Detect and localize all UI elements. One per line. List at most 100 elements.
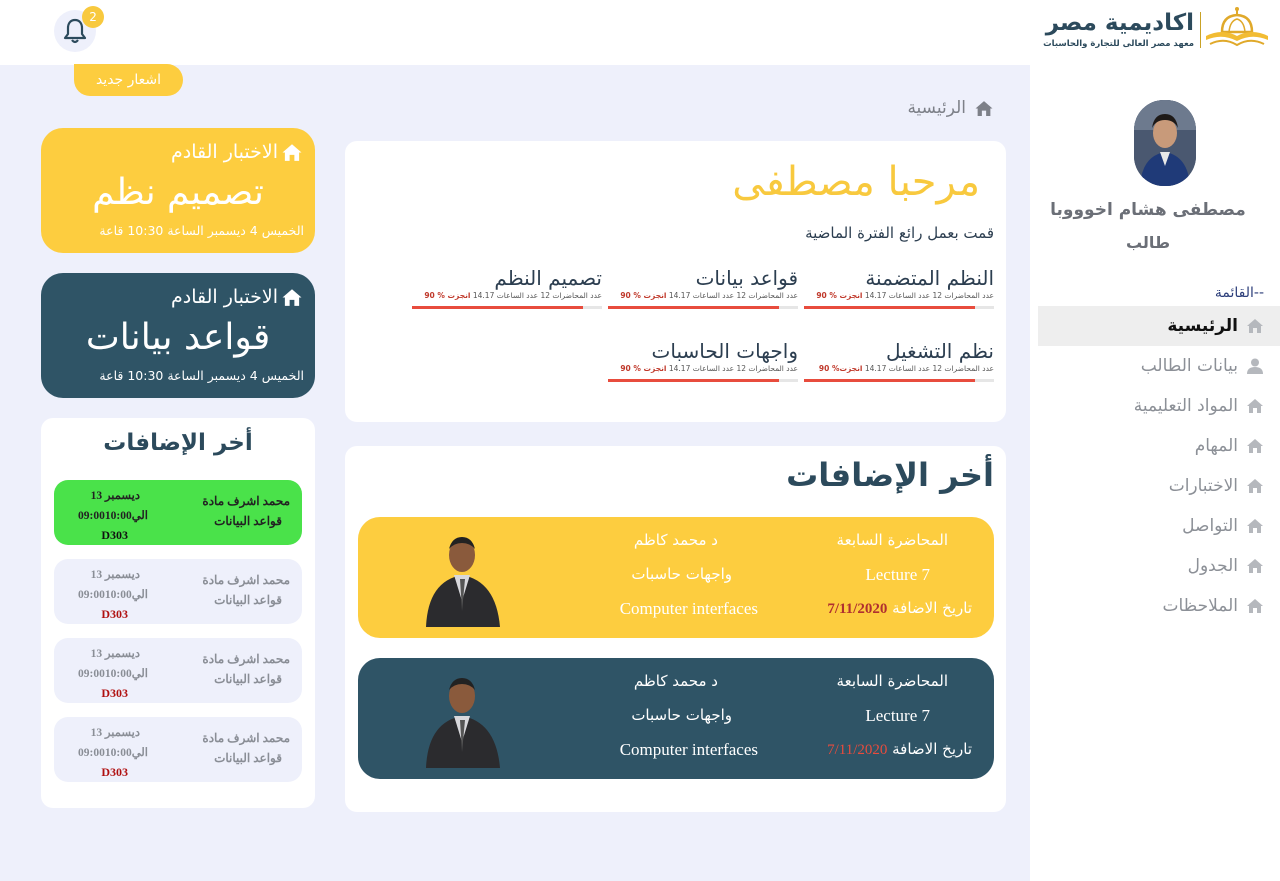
item-subject: قواعد البيانات — [214, 593, 282, 607]
sidebar-item-communication[interactable]: التواصل — [1038, 506, 1280, 546]
welcome-card: مرحبا مصطفى قمت بعمل رائع الفترة الماضية… — [345, 141, 1006, 422]
list-item[interactable]: محمد اشرف مادة قواعد البيانات ديسمبر 13 … — [54, 638, 302, 703]
item-date: ديسمبر 13 — [90, 490, 140, 502]
exam-time: الخميس 4 ديسمبر الساعة 10:30 قاعة — [99, 223, 304, 238]
lecture-number: Lecture 7 — [865, 706, 930, 725]
sidebar-item-label: التواصل — [1182, 516, 1238, 536]
lecture-card[interactable]: المحاضرة السابعة Lecture 7 تاريخ الاضافة… — [358, 658, 994, 779]
item-date: ديسمبر 13 — [90, 727, 140, 739]
new-notification-bubble[interactable]: اشعار جديد — [74, 64, 183, 96]
sidebar-item-label: المهام — [1194, 436, 1238, 456]
course-progress-card[interactable]: واجهات الحاسبات عدد المحاضرات 12 عدد الس… — [608, 338, 798, 382]
sidebar-item-materials[interactable]: المواد التعليمية — [1038, 386, 1280, 426]
user-name: مصطفى هشام اخوووبا — [1050, 200, 1246, 220]
upcoming-exam-card[interactable]: الاختبار القادم قواعد بيانات الخميس 4 دي… — [41, 273, 315, 398]
course-meta: عدد المحاضرات 12 عدد الساعات 14.17 انجزت… — [620, 291, 798, 300]
sidebar-item-exams[interactable]: الاختبارات — [1038, 466, 1280, 506]
home-icon — [1247, 319, 1263, 333]
home-icon — [1247, 599, 1263, 613]
recent-additions-title: أخر الإضافات — [103, 430, 253, 456]
sidebar-item-label: الاختبارات — [1168, 476, 1238, 496]
brand-tagline: معهد مصر العالى للتجارة والحاسبات — [1043, 39, 1194, 49]
upcoming-exam-card[interactable]: الاختبار القادم تصميم نظم الخميس 4 ديسمب… — [41, 128, 315, 253]
item-date: ديسمبر 13 — [90, 648, 140, 660]
sidebar-item-schedule[interactable]: الجدول — [1038, 546, 1280, 586]
item-time: الي09:0010:00 — [78, 668, 148, 680]
lecture-title: المحاضرة السابعة — [836, 672, 948, 690]
item-room: D303 — [101, 528, 128, 542]
sidebar-item-label: الرئيسية — [1167, 316, 1238, 336]
course-progress-card[interactable]: تصميم النظم عدد المحاضرات 12 عدد الساعات… — [412, 265, 602, 309]
lecture-card[interactable]: المحاضرة السابعة Lecture 7 تاريخ الاضافة… — [358, 517, 994, 638]
latest-additions-title: أخر الإضافات — [786, 456, 994, 494]
home-icon — [975, 100, 993, 116]
lecture-subject: واجهات حاسبات — [631, 565, 732, 583]
item-subject: قواعد البيانات — [214, 672, 282, 686]
home-icon — [1247, 479, 1263, 493]
exam-time: الخميس 4 ديسمبر الساعة 10:30 قاعة — [99, 368, 304, 383]
item-room: D303 — [101, 686, 128, 700]
item-teacher: محمد اشرف مادة — [202, 652, 290, 666]
course-progress-card[interactable]: النظم المتضمنة عدد المحاضرات 12 عدد السا… — [804, 265, 994, 309]
item-teacher: محمد اشرف مادة — [202, 731, 290, 745]
sidebar-item-label: الجدول — [1187, 556, 1238, 576]
sidebar-item-label: المواد التعليمية — [1133, 396, 1238, 416]
sidebar-item-label: الملاحظات — [1162, 596, 1238, 616]
upcoming-exam-label: الاختبار القادم — [171, 286, 303, 308]
course-progress-card[interactable]: نظم التشغيل عدد المحاضرات 12 عدد الساعات… — [804, 338, 994, 382]
user-avatar[interactable] — [1134, 100, 1196, 186]
lecture-date: تاريخ الاضافة 7/11/2020 — [827, 740, 972, 758]
course-progress-bar — [608, 306, 798, 309]
sidebar-item-label: بيانات الطالب — [1140, 356, 1238, 376]
list-item[interactable]: محمد اشرف مادة قواعد البيانات ديسمبر 13 … — [54, 717, 302, 782]
home-icon — [1247, 519, 1263, 533]
lecturer-photo-icon — [426, 678, 500, 768]
dome-emblem-icon — [1206, 7, 1268, 47]
sidebar-item-tasks[interactable]: المهام — [1038, 426, 1280, 466]
course-progress-card[interactable]: قواعد بيانات عدد المحاضرات 12 عدد الساعا… — [608, 265, 798, 309]
sidebar-item-notes[interactable]: الملاحظات — [1038, 586, 1280, 626]
item-teacher: محمد اشرف مادة — [202, 573, 290, 587]
sidebar: مصطفى هشام اخوووبا طالب --القائمة الرئيس… — [1030, 65, 1280, 881]
avatar-photo-icon — [1134, 100, 1196, 186]
course-meta: عدد المحاضرات 12 عدد الساعات 14.17 انجزت… — [816, 291, 994, 300]
lecturer-photo-icon — [426, 537, 500, 627]
item-room: D303 — [101, 607, 128, 621]
exam-subject: قواعد بيانات — [85, 317, 271, 358]
lecture-doctor: د محمد كاظم — [633, 672, 718, 690]
course-meta: عدد المحاضرات 12 عدد الساعات 14.17 انجزت… — [620, 364, 798, 373]
user-role: طالب — [1125, 233, 1171, 252]
breadcrumb-label: الرئيسية — [907, 98, 966, 118]
top-bar: اكاديمية مصر معهد مصر العالى للتجارة وال… — [0, 0, 1280, 65]
sidebar-menu: الرئيسية بيانات الطالب المواد التعليمية … — [1038, 306, 1280, 626]
item-time: الي09:0010:00 — [78, 589, 148, 601]
lecture-subject: واجهات حاسبات — [631, 706, 732, 724]
lecture-title: المحاضرة السابعة — [836, 531, 948, 549]
brand-logo[interactable]: اكاديمية مصر معهد مصر العالى للتجارة وال… — [1043, 4, 1276, 54]
list-item[interactable]: محمد اشرف مادة قواعد البيانات ديسمبر 13 … — [54, 559, 302, 624]
item-date: ديسمبر 13 — [90, 569, 140, 581]
item-time: الي09:0010:00 — [78, 510, 148, 522]
list-item[interactable]: محمد اشرف مادة قواعد البيانات ديسمبر 13 … — [54, 480, 302, 545]
notification-count-badge: 2 — [82, 6, 104, 28]
course-name: تصميم النظم — [494, 266, 602, 290]
course-progress-bar — [804, 306, 994, 309]
item-room: D303 — [101, 765, 128, 779]
welcome-title: مرحبا مصطفى — [732, 159, 980, 205]
sidebar-item-home[interactable]: الرئيسية — [1038, 306, 1280, 346]
course-progress-bar — [804, 379, 994, 382]
user-icon — [1247, 358, 1263, 374]
course-progress-bar — [608, 379, 798, 382]
course-meta: عدد المحاضرات 12 عدد الساعات 14.17 انجزت… — [818, 364, 994, 373]
breadcrumb[interactable]: الرئيسية — [907, 98, 994, 118]
lecture-date: تاريخ الاضافة 7/11/2020 — [827, 599, 972, 617]
home-icon — [282, 143, 302, 161]
course-name: واجهات الحاسبات — [651, 339, 798, 363]
lecture-subject-en: Computer interfaces — [619, 599, 758, 618]
course-name: نظم التشغيل — [886, 339, 994, 363]
home-icon — [282, 288, 302, 306]
sidebar-item-student-data[interactable]: بيانات الطالب — [1038, 346, 1280, 386]
item-subject: قواعد البيانات — [214, 514, 282, 528]
home-icon — [1247, 559, 1263, 573]
home-icon — [1247, 439, 1263, 453]
